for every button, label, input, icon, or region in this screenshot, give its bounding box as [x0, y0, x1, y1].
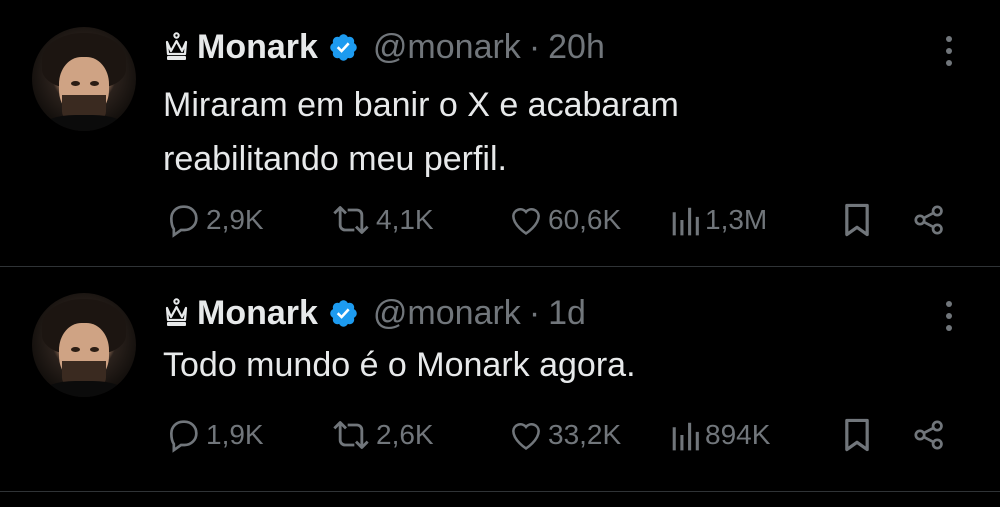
reply-button[interactable]: 1,9K: [163, 415, 264, 455]
action-bar: 2,9K 4,1K 60,6K 1,3M: [163, 200, 963, 240]
crown-icon: [165, 32, 188, 60]
avatar[interactable]: [32, 293, 136, 397]
tweet-text-line: reabilitando meu perfil.: [163, 140, 507, 178]
repost-count: 2,6K: [376, 419, 434, 450]
share-button[interactable]: [911, 415, 947, 455]
like-button[interactable]: 60,6K: [507, 200, 621, 240]
reply-icon: [169, 205, 198, 238]
tweet-text: Miraram em banir o X e acabaram reabilit…: [163, 78, 923, 186]
repost-button[interactable]: 4,1K: [329, 200, 434, 240]
share-icon: [914, 205, 943, 235]
action-bar: 1,9K 2,6K 33,2K 894K: [163, 415, 963, 455]
bookmark-button[interactable]: [841, 415, 873, 455]
repost-count: 4,1K: [376, 204, 434, 235]
tweet-text-line: Miraram em banir o X e acabaram: [163, 86, 679, 124]
views-count: 894K: [705, 419, 771, 450]
like-button[interactable]: 33,2K: [507, 415, 621, 455]
reply-button[interactable]: 2,9K: [163, 200, 264, 240]
repost-button[interactable]: 2,6K: [329, 415, 434, 455]
like-icon: [512, 208, 540, 235]
more-icon[interactable]: [940, 33, 958, 69]
views-count: 1,3M: [705, 204, 768, 235]
reply-count: 2,9K: [206, 204, 264, 235]
display-name[interactable]: Monark: [197, 28, 318, 67]
reply-icon: [169, 420, 198, 453]
avatar[interactable]: [32, 27, 136, 131]
share-icon: [914, 420, 943, 450]
separator-dot: ·: [528, 293, 541, 332]
views-icon: [672, 422, 699, 451]
handle[interactable]: @monark: [373, 294, 521, 333]
handle[interactable]: @monark: [373, 28, 521, 67]
tweet-text-line: Todo mundo é o Monark agora.: [163, 346, 636, 384]
timestamp[interactable]: 1d: [548, 294, 586, 333]
more-icon[interactable]: [940, 298, 958, 334]
separator-dot: ·: [528, 27, 541, 66]
repost-icon: [333, 421, 369, 449]
timestamp[interactable]: 20h: [548, 28, 605, 67]
reply-count: 1,9K: [206, 419, 264, 450]
views-icon: [672, 207, 699, 236]
crown-icon: [165, 298, 188, 326]
tweet-header: Monark @monark · 20h: [163, 26, 605, 68]
tweet[interactable]: Monark @monark · 20h Miraram em banir o …: [0, 0, 1000, 267]
share-button[interactable]: [911, 200, 947, 240]
tweet-header: Monark @monark · 1d: [163, 292, 586, 334]
views-button[interactable]: 894K: [668, 415, 770, 455]
bookmark-button[interactable]: [841, 200, 873, 240]
verified-badge-icon[interactable]: [328, 32, 359, 63]
views-button[interactable]: 1,3M: [668, 200, 767, 240]
bookmark-icon: [845, 203, 869, 237]
like-icon: [512, 423, 540, 450]
like-count: 60,6K: [548, 204, 622, 235]
bookmark-icon: [845, 418, 869, 452]
tweet[interactable]: Monark @monark · 1d Todo mundo é o Monar…: [0, 267, 1000, 492]
repost-icon: [333, 206, 369, 234]
like-count: 33,2K: [548, 419, 622, 450]
verified-badge-icon[interactable]: [328, 298, 359, 329]
display-name[interactable]: Monark: [197, 294, 318, 333]
tweet-text: Todo mundo é o Monark agora.: [163, 338, 923, 392]
